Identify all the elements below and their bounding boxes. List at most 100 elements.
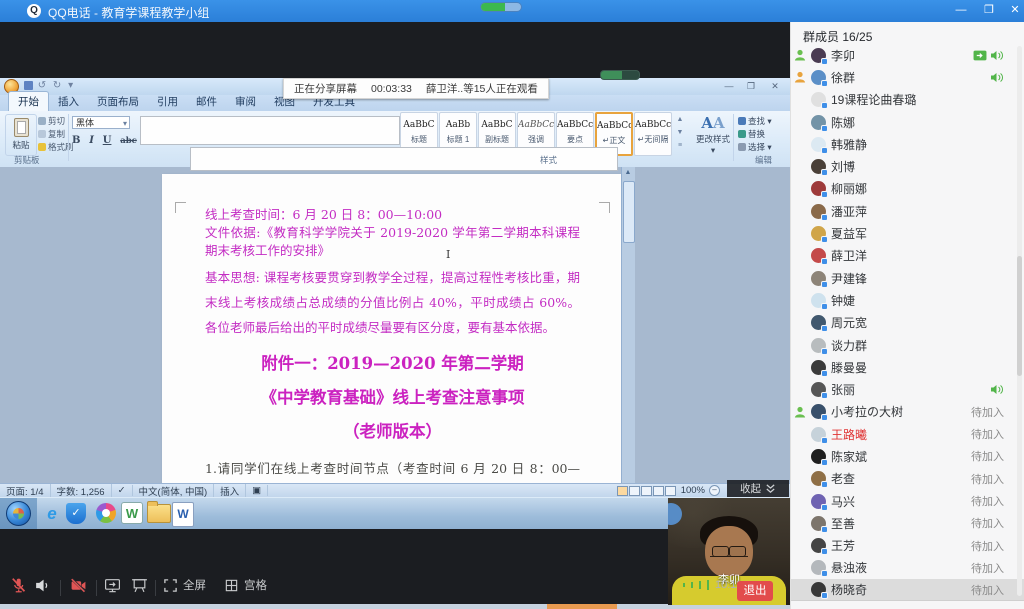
member-row[interactable]: 谈力群 xyxy=(791,334,1024,356)
member-row[interactable]: 老查 待加入 xyxy=(791,468,1024,490)
spellcheck-icon[interactable]: ✓ xyxy=(112,485,133,496)
gallery-scroll-buttons[interactable]: ▲▼≡ xyxy=(674,113,686,155)
mute-mic-button[interactable] xyxy=(10,577,27,594)
insert-mode[interactable]: 插入 xyxy=(214,484,246,498)
ribbon-tab[interactable]: 邮件 xyxy=(187,92,226,111)
member-row[interactable]: 薛卫洋 xyxy=(791,245,1024,267)
wps-writer-icon[interactable]: W xyxy=(121,502,143,524)
member-row[interactable]: 王路曦 待加入 xyxy=(791,423,1024,445)
scrollbar-thumb[interactable] xyxy=(623,181,635,243)
editing-group: 查找 ▾ 替换 选择 ▾ xyxy=(738,115,772,154)
find-button[interactable]: 查找 ▾ xyxy=(738,115,772,128)
ribbon-tab[interactable]: 审阅 xyxy=(226,92,265,111)
word-minimize-button[interactable]: — xyxy=(720,80,738,92)
close-button[interactable]: ✕ xyxy=(1004,3,1024,19)
internet-explorer-icon[interactable]: e xyxy=(40,501,64,526)
web-layout-view-icon[interactable] xyxy=(641,486,652,496)
document-area[interactable]: 线上考查时间：6 月 20 日 8：00—10:00 文件依据:《教育科学学院关… xyxy=(0,167,790,485)
member-row[interactable]: 滕曼曼 xyxy=(791,356,1024,378)
fullscreen-button[interactable]: 全屏 xyxy=(163,577,206,593)
member-row[interactable]: 陈娜 xyxy=(791,111,1024,133)
replace-button[interactable]: 替换 xyxy=(738,128,772,141)
word-count[interactable]: 字数: 1,256 xyxy=(51,484,112,498)
save-icon[interactable] xyxy=(24,81,33,90)
member-row[interactable]: 杨晓奇 待加入 xyxy=(791,579,1024,601)
member-panel: 群成员 16/25 李卯 xyxy=(790,22,1024,609)
clipboard-icon xyxy=(14,118,29,137)
ribbon-tab[interactable]: 引用 xyxy=(148,92,187,111)
document-scrollbar[interactable]: ▲ xyxy=(621,167,635,485)
language-indicator[interactable]: 中文(简体, 中国) xyxy=(133,484,215,498)
draft-view-icon[interactable] xyxy=(665,486,676,496)
whiteboard-button[interactable] xyxy=(131,577,148,594)
member-row[interactable]: 悬浊液 待加入 xyxy=(791,557,1024,579)
member-row[interactable]: 王芳 待加入 xyxy=(791,535,1024,557)
italic-button[interactable]: I xyxy=(89,135,94,146)
cut-button[interactable]: 剪切 xyxy=(38,115,65,127)
scroll-up-icon[interactable]: ▲ xyxy=(622,167,634,179)
quick-access-toolbar[interactable]: ↺ ↻ ▾ xyxy=(24,80,75,91)
member-row[interactable]: 19课程论曲春璐 xyxy=(791,89,1024,111)
maximize-button[interactable]: ❐ xyxy=(978,3,1000,19)
member-row[interactable]: 马兴 待加入 xyxy=(791,490,1024,512)
member-row[interactable]: 李卯 xyxy=(791,44,1024,66)
member-row[interactable]: 陈家斌 待加入 xyxy=(791,445,1024,467)
paste-button[interactable]: 粘贴 xyxy=(5,114,37,156)
select-button[interactable]: 选择 ▾ xyxy=(738,141,772,154)
member-row[interactable]: 钟婕 xyxy=(791,289,1024,311)
minimize-button[interactable]: — xyxy=(950,3,972,19)
style-card[interactable]: AaBbCcDd ↵无间隔 xyxy=(634,112,672,156)
screen-share-button[interactable] xyxy=(104,577,121,594)
word-close-button[interactable]: ✕ xyxy=(766,80,784,92)
fullscreen-view-icon[interactable] xyxy=(629,486,640,496)
member-name: 刘博 xyxy=(831,158,855,175)
page-indicator[interactable]: 页面: 1/4 xyxy=(0,484,51,498)
speaker-button[interactable] xyxy=(34,577,51,594)
member-row[interactable]: 周元宽 xyxy=(791,312,1024,334)
member-list-scrollbar[interactable] xyxy=(1017,46,1022,596)
share-viewers: 薛卫洋..等15人正在观看 xyxy=(426,81,538,96)
ribbon-tab[interactable]: 插入 xyxy=(49,92,88,111)
ribbon-tab[interactable]: 开始 xyxy=(8,91,49,111)
print-layout-view-icon[interactable] xyxy=(617,486,628,496)
share-progress-pill[interactable] xyxy=(480,2,522,12)
camera-off-button[interactable] xyxy=(70,577,87,594)
underline-button[interactable]: U xyxy=(103,135,112,146)
member-row[interactable]: 张丽 xyxy=(791,378,1024,400)
strikethrough-button[interactable]: abc xyxy=(120,136,137,146)
document-page[interactable]: 线上考查时间：6 月 20 日 8：00—10:00 文件依据:《教育科学学院关… xyxy=(162,174,621,485)
word-restore-button[interactable]: ❐ xyxy=(742,80,760,92)
member-row[interactable]: 至善 待加入 xyxy=(791,512,1024,534)
outline-view-icon[interactable] xyxy=(653,486,664,496)
zoom-level[interactable]: 100% xyxy=(681,485,705,496)
member-row[interactable]: 夏益军 xyxy=(791,222,1024,244)
ribbon-tab[interactable]: 页面布局 xyxy=(88,92,148,111)
lenovo-icon[interactable] xyxy=(96,503,116,523)
member-row[interactable]: 柳丽娜 xyxy=(791,178,1024,200)
member-avatar xyxy=(811,92,826,107)
windows-start-icon[interactable] xyxy=(6,501,31,526)
member-row[interactable]: 刘博 xyxy=(791,155,1024,177)
font-name-combo[interactable]: 黑体 xyxy=(72,116,130,129)
word-document-icon[interactable]: W xyxy=(172,502,194,527)
share-indicator-pill xyxy=(600,70,640,80)
member-row[interactable]: 徐群 xyxy=(791,66,1024,88)
grid-view-button[interactable]: 宫格 xyxy=(224,577,267,593)
member-row[interactable]: 尹建锋 xyxy=(791,267,1024,289)
macro-record-icon[interactable]: ▣ xyxy=(246,485,268,496)
exit-button[interactable]: 退出 xyxy=(737,581,773,601)
copy-button[interactable]: 复制 xyxy=(38,128,65,140)
qq-pc-manager-icon[interactable]: ✓ xyxy=(66,503,86,524)
word-status-bar: 页面: 1/4 字数: 1,256 ✓ 中文(简体, 中国) 插入 ▣ 100%… xyxy=(0,483,790,497)
member-row[interactable]: 小考拉の大树 待加入 xyxy=(791,401,1024,423)
member-status: 待加入 xyxy=(971,538,1004,554)
zoom-out-icon[interactable]: – xyxy=(709,485,720,496)
file-explorer-icon[interactable] xyxy=(147,504,171,523)
change-styles-button[interactable]: AA 更改样式 ▾ xyxy=(694,113,732,159)
member-avatar xyxy=(811,159,826,174)
bold-button[interactable]: B xyxy=(72,135,80,146)
member-row[interactable]: 韩雅静 xyxy=(791,133,1024,155)
collapse-toolbar-button[interactable]: 收起 xyxy=(727,480,789,497)
member-row[interactable]: 潘亚萍 xyxy=(791,200,1024,222)
member-avatar xyxy=(811,137,826,152)
